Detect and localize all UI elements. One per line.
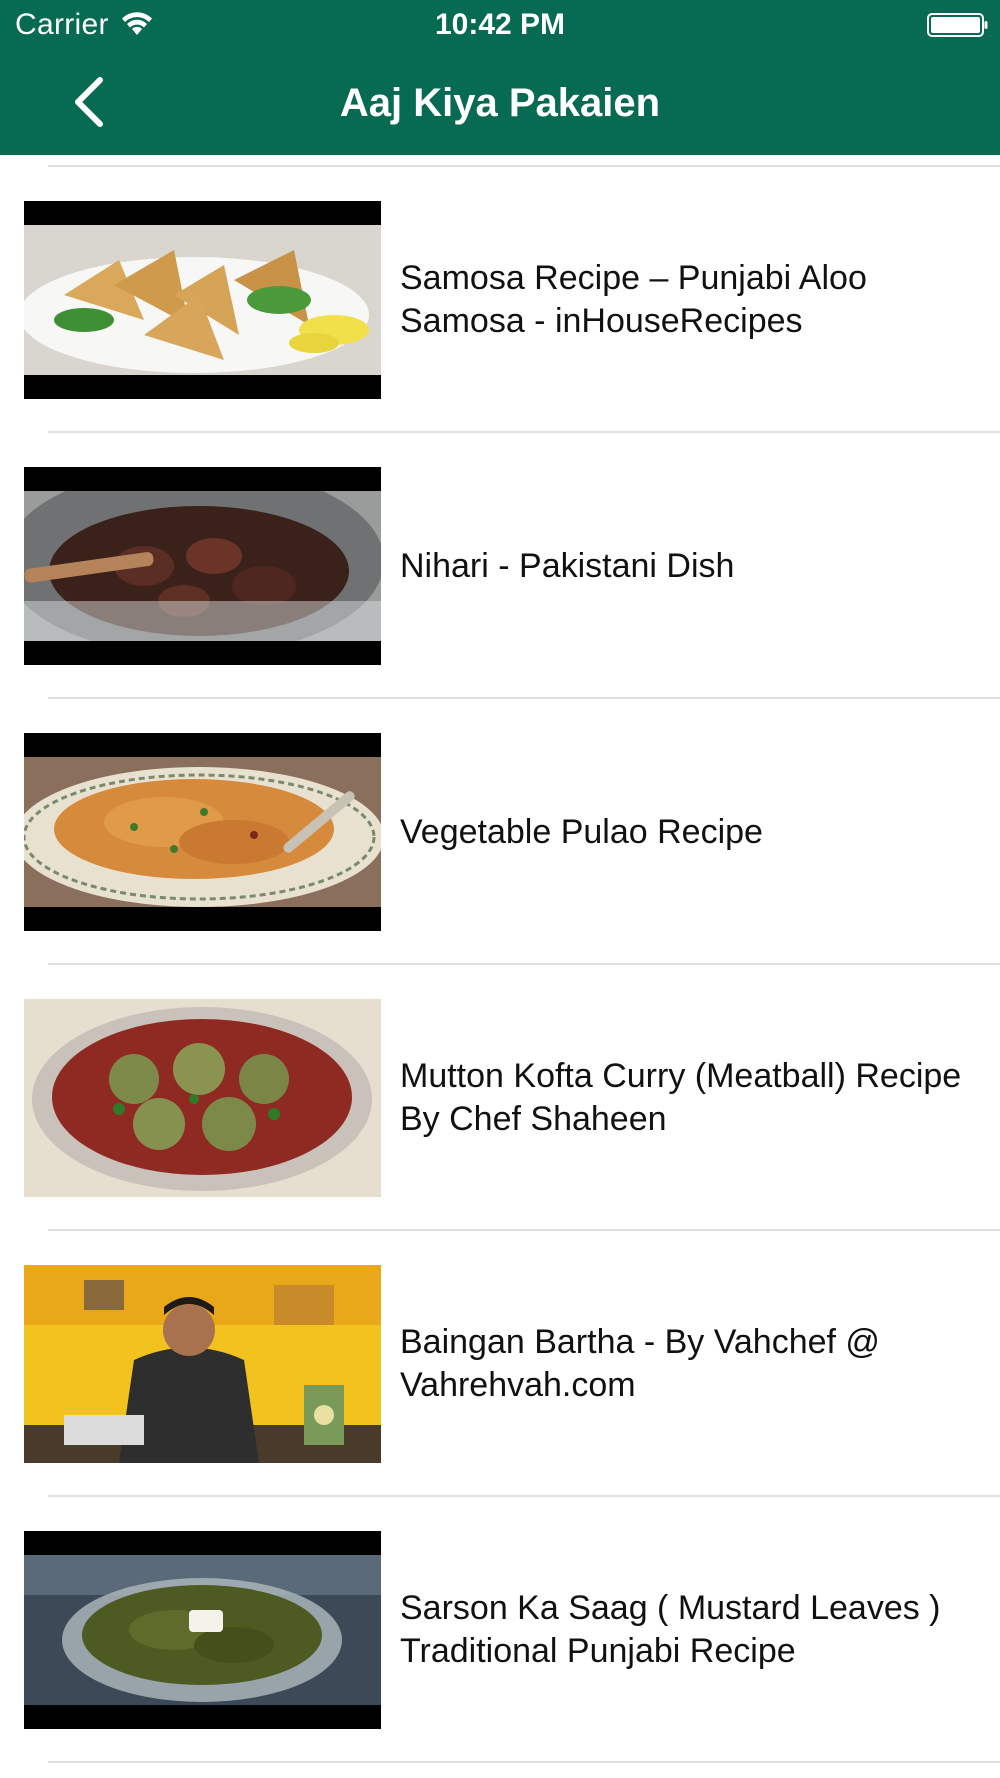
video-title: Nihari - Pakistani Dish (400, 546, 735, 585)
video-thumbnail (24, 1531, 381, 1729)
app-header: Carrier 10:42 PM Aaj Kiya Pakaien (0, 0, 1000, 155)
battery-icon (927, 13, 988, 37)
video-thumbnail (24, 999, 381, 1197)
video-title: Baingan Bartha - By Vahchef @ Vahrehvah.… (400, 1323, 880, 1404)
video-thumbnail (24, 467, 381, 665)
status-time: 10:42 PM (434, 8, 566, 41)
video-list[interactable]: Samosa Recipe – Punjabi Aloo Samosa - in… (0, 155, 1000, 1778)
video-thumbnail (24, 201, 381, 399)
video-title: Samosa Recipe – Punjabi Aloo Samosa - in… (400, 259, 867, 340)
video-title: Sarson Ka Saag ( Mustard Leaves ) Tradit… (400, 1589, 941, 1670)
list-item[interactable]: Baingan Bartha - By Vahchef @ Vahrehvah.… (0, 1231, 1000, 1497)
list-item[interactable]: Nihari - Pakistani Dish (0, 433, 1000, 699)
video-thumbnail (24, 733, 381, 931)
page-title: Aaj Kiya Pakaien (339, 81, 661, 125)
video-title: Mutton Kofta Curry (Meatball) Recipe By … (400, 1057, 962, 1138)
status-bar: Carrier 10:42 PM (0, 0, 1000, 50)
list-item[interactable]: Sarson Ka Saag ( Mustard Leaves ) Tradit… (0, 1497, 1000, 1763)
list-item[interactable]: Samosa Recipe – Punjabi Aloo Samosa - in… (0, 167, 1000, 433)
video-title: Vegetable Pulao Recipe (400, 812, 763, 851)
navigation-bar: Aaj Kiya Pakaien (0, 50, 1000, 155)
list-item[interactable]: Mutton Kofta Curry (Meatball) Recipe By … (0, 965, 1000, 1231)
list-item[interactable]: Vegetable Pulao Recipe (0, 699, 1000, 965)
list-separator (48, 1761, 1000, 1763)
video-thumbnail (24, 1265, 381, 1463)
